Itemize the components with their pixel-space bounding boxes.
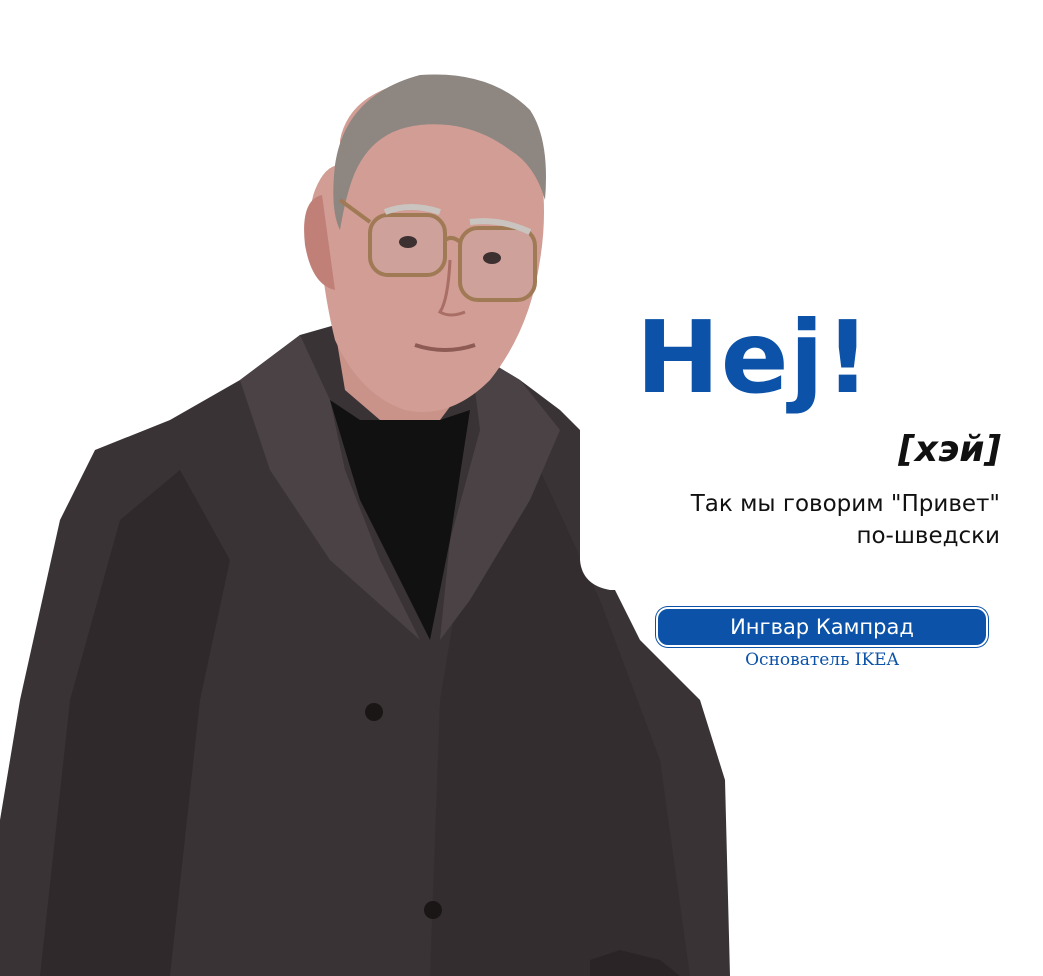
name-badge: Ингвар Кампрад [656,607,988,647]
caption-text: Так мы говорим "Привет" по-шведски [620,488,1000,552]
greeting-heading: Hej! [636,299,872,416]
caption-line-1: Так мы говорим "Привет" [690,491,1000,517]
role-subtitle: Основатель IKEA [745,650,899,670]
caption-line-2: по-шведски [856,523,1000,549]
pronunciation-text: [хэй] [898,429,1001,470]
